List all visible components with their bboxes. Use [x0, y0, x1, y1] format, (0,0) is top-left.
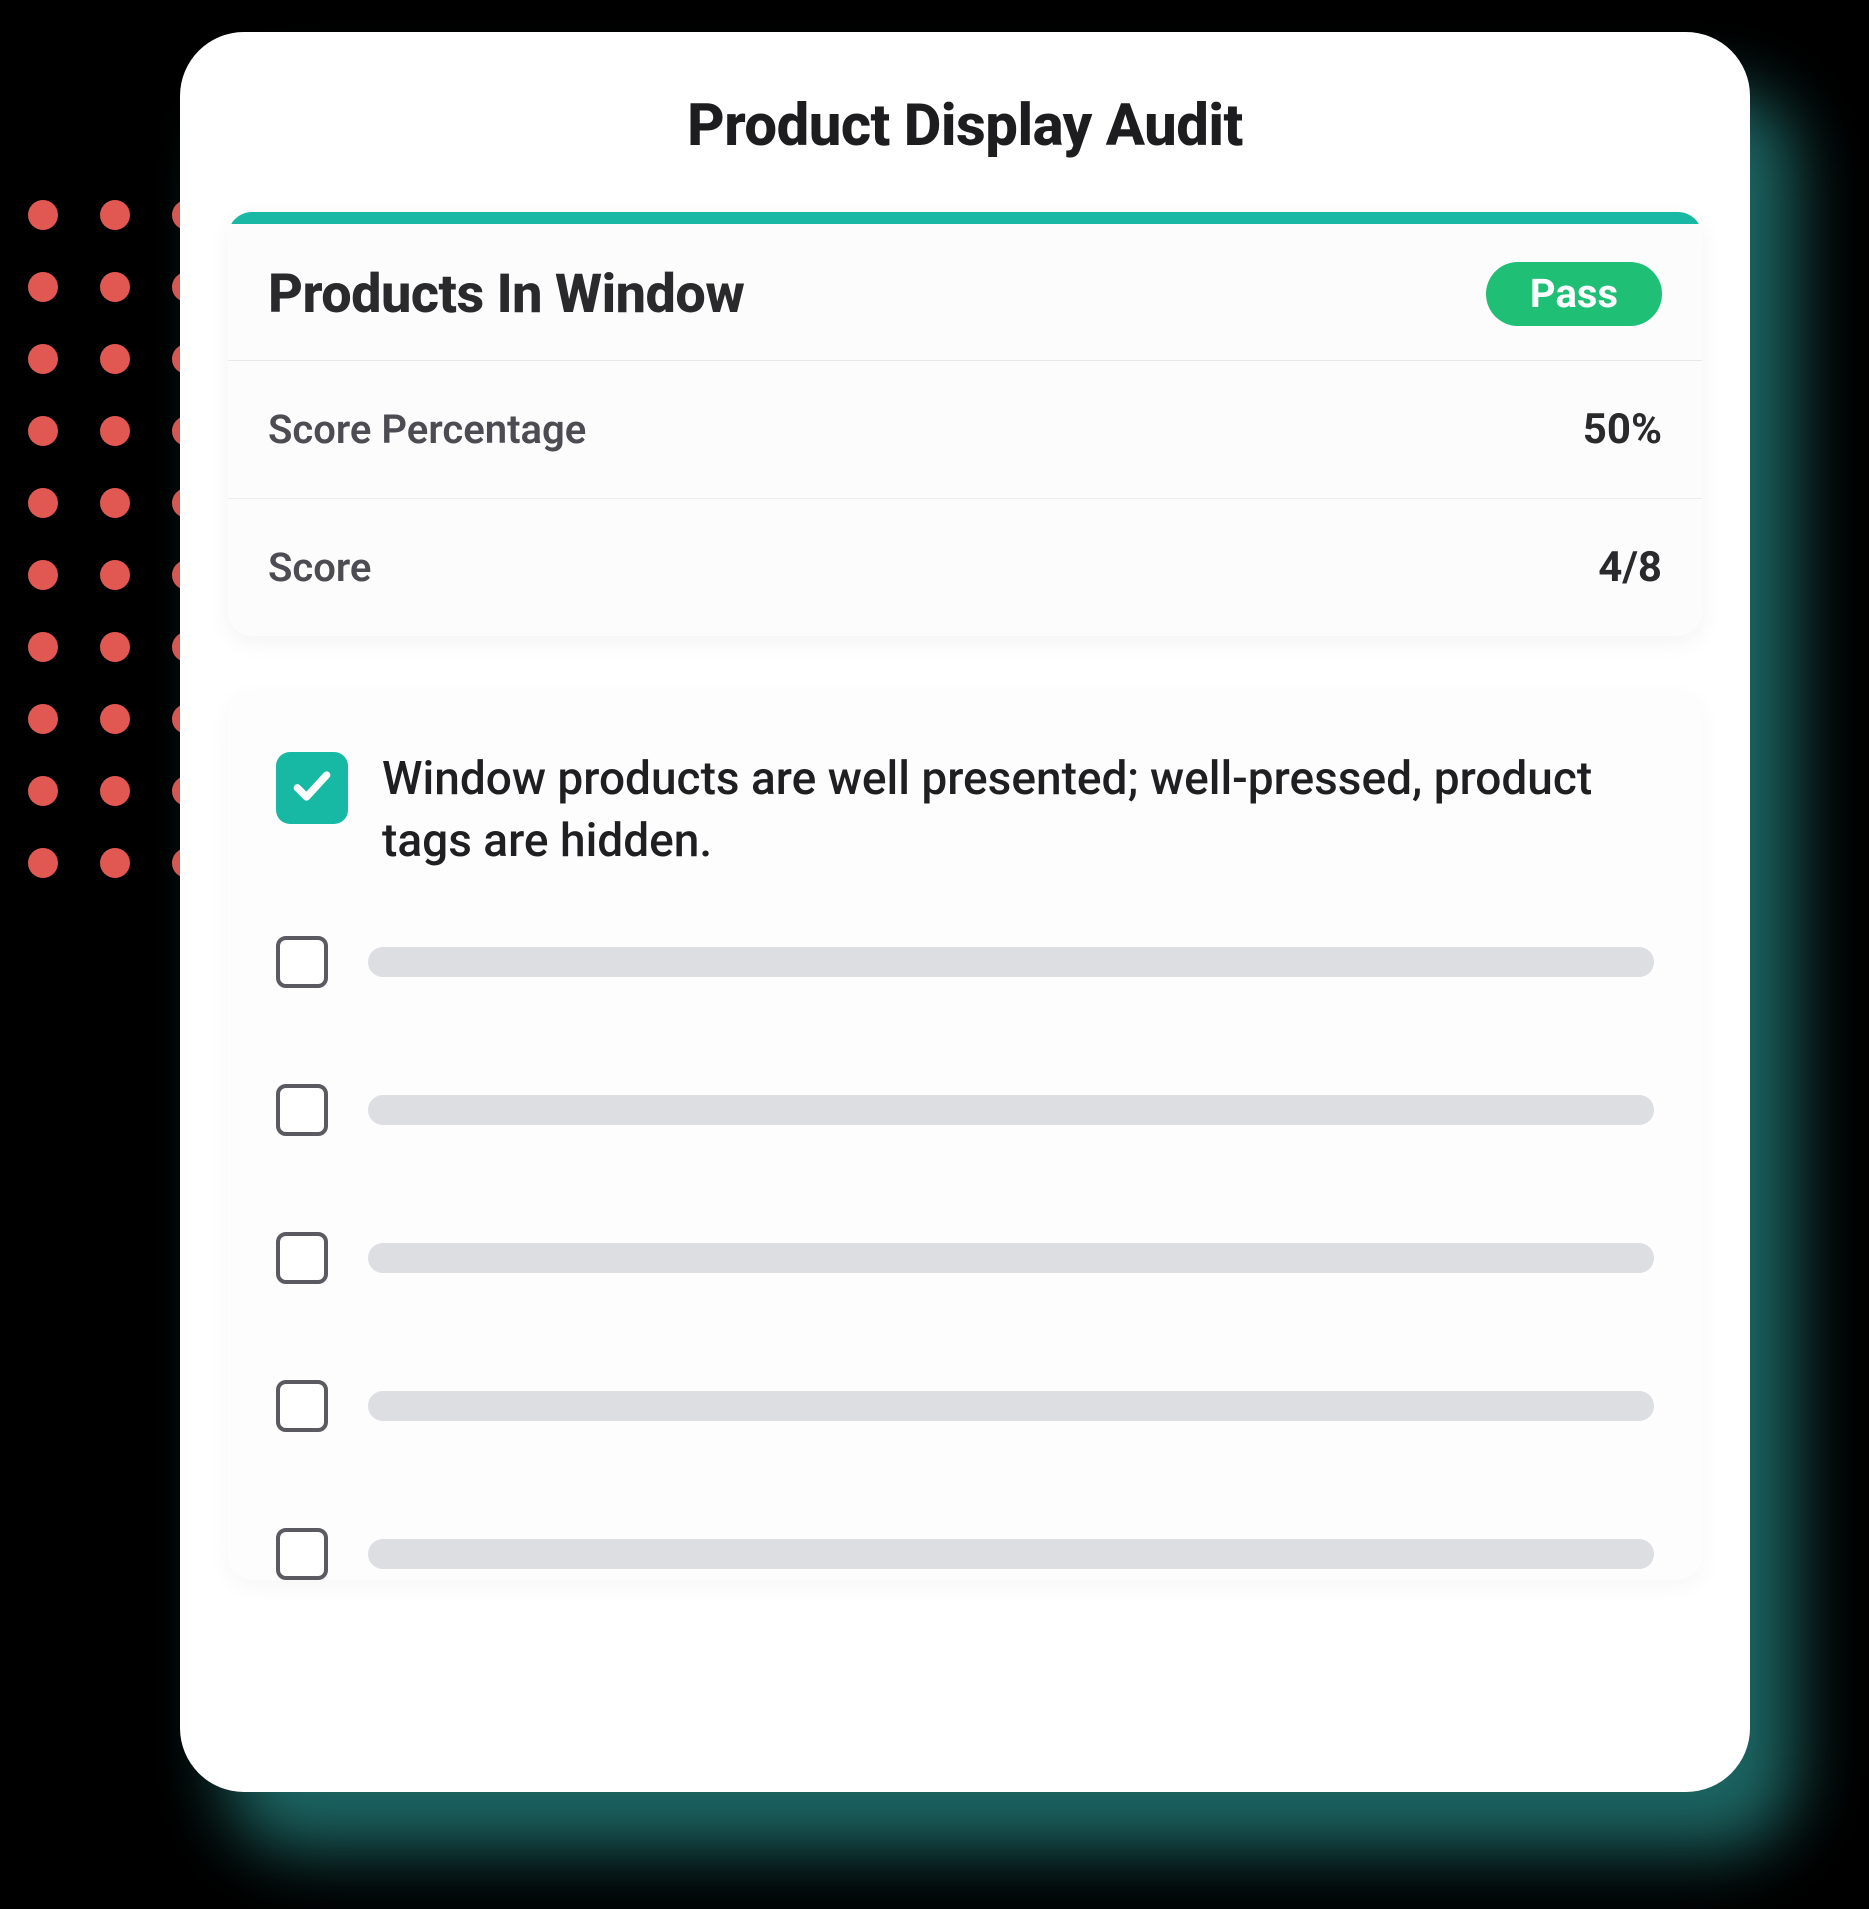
checkbox-unchecked[interactable]	[276, 1380, 328, 1432]
checklist-item-placeholder[interactable]	[276, 1232, 1654, 1284]
summary-label: Score	[268, 544, 371, 591]
checklist-placeholders	[276, 936, 1654, 1580]
checkbox-unchecked[interactable]	[276, 1232, 328, 1284]
checkbox-unchecked[interactable]	[276, 1084, 328, 1136]
summary-header: Products In Window Pass	[228, 212, 1702, 361]
placeholder-line	[368, 1243, 1654, 1273]
checkbox-checked[interactable]	[276, 752, 348, 824]
placeholder-line	[368, 947, 1654, 977]
check-icon	[290, 764, 334, 812]
checklist-item-placeholder[interactable]	[276, 1380, 1654, 1432]
page-title: Product Display Audit	[228, 92, 1702, 160]
checklist-item-placeholder[interactable]	[276, 936, 1654, 988]
summary-panel: Products In Window Pass Score Percentage…	[228, 212, 1702, 636]
summary-row-score-percentage: Score Percentage 50%	[228, 361, 1702, 499]
audit-card: Product Display Audit Products In Window…	[180, 32, 1750, 1792]
checklist-item-placeholder[interactable]	[276, 1084, 1654, 1136]
checkbox-unchecked[interactable]	[276, 1528, 328, 1580]
summary-section-title: Products In Window	[268, 263, 744, 326]
status-badge: Pass	[1486, 262, 1662, 326]
checklist-item-placeholder[interactable]	[276, 1528, 1654, 1580]
summary-value: 50%	[1583, 405, 1662, 454]
summary-row-score: Score 4/8	[228, 499, 1702, 636]
checkbox-unchecked[interactable]	[276, 936, 328, 988]
checklist-panel: Window products are well presented; well…	[228, 692, 1702, 1580]
placeholder-line	[368, 1095, 1654, 1125]
placeholder-line	[368, 1391, 1654, 1421]
placeholder-line	[368, 1539, 1654, 1569]
summary-label: Score Percentage	[268, 406, 586, 453]
summary-value: 4/8	[1598, 543, 1662, 592]
checklist-item[interactable]: Window products are well presented; well…	[276, 748, 1654, 872]
checklist-item-text: Window products are well presented; well…	[382, 748, 1622, 872]
